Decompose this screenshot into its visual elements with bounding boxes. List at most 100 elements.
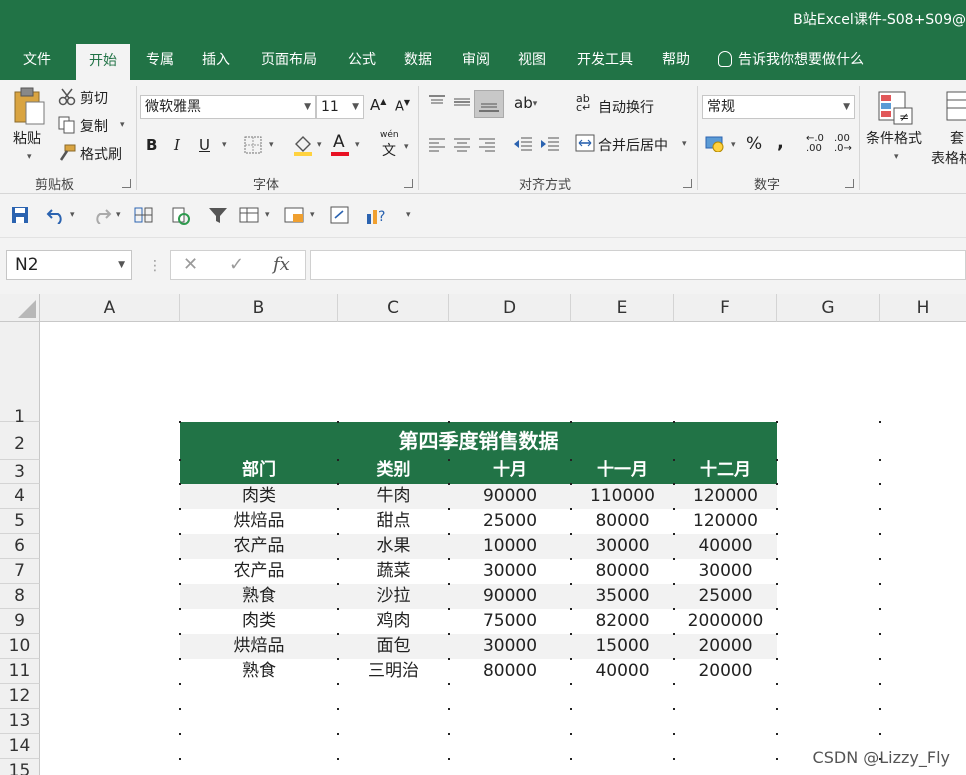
cell-e5[interactable]: 80000 xyxy=(571,509,674,534)
tab-file[interactable]: 文件 xyxy=(10,42,64,80)
form-dropdown-icon[interactable]: ▾ xyxy=(265,210,270,220)
cell-c9[interactable]: 鸡肉 xyxy=(338,609,449,634)
worksheet[interactable]: A B C D E F G H 1 2 3 4 5 6 7 8 9 10 11 … xyxy=(0,294,966,775)
row-header-11[interactable]: 11 xyxy=(0,659,40,684)
header-category[interactable]: 类别 xyxy=(338,458,449,482)
undo-icon[interactable] xyxy=(46,206,68,224)
align-right-icon[interactable] xyxy=(478,136,496,152)
number-format-select[interactable]: 常规 ▼ xyxy=(702,95,855,119)
row-header-1[interactable]: 1 xyxy=(0,322,40,427)
decrease-decimal-button[interactable]: .00.0→ xyxy=(834,134,852,154)
border-icon[interactable] xyxy=(244,136,262,154)
font-launcher-icon[interactable] xyxy=(404,179,413,188)
tab-developer[interactable]: 开发工具 xyxy=(566,42,644,80)
formula-input[interactable] xyxy=(310,250,966,280)
enter-icon[interactable]: ✓ xyxy=(229,254,244,275)
insert-function-icon[interactable]: fx xyxy=(273,254,290,275)
cell-b9[interactable]: 肉类 xyxy=(180,609,338,634)
copy-dropdown-icon[interactable]: ▾ xyxy=(120,120,125,130)
table-format-button[interactable]: 套 xyxy=(950,128,964,148)
increase-indent-icon[interactable] xyxy=(540,136,560,152)
cell-b8[interactable]: 熟食 xyxy=(180,584,338,609)
tab-insert[interactable]: 插入 xyxy=(192,42,240,80)
clipboard-launcher-icon[interactable] xyxy=(122,179,131,188)
select-all-button[interactable] xyxy=(0,294,40,322)
row-header-9[interactable]: 9 xyxy=(0,609,40,634)
cell-e7[interactable]: 80000 xyxy=(571,559,674,584)
header-december[interactable]: 十二月 xyxy=(674,458,777,482)
align-bottom-button[interactable] xyxy=(474,90,504,118)
cell-f9[interactable]: 2000000 xyxy=(674,609,777,634)
column-header-f[interactable]: F xyxy=(674,294,777,322)
cell-f11[interactable]: 20000 xyxy=(674,659,777,684)
decrease-indent-icon[interactable] xyxy=(513,136,533,152)
cell-e10[interactable]: 15000 xyxy=(571,634,674,659)
italic-button[interactable]: I xyxy=(174,136,180,154)
cell-f4[interactable]: 120000 xyxy=(674,484,777,509)
format-painter-button[interactable]: 格式刷 xyxy=(80,144,122,164)
phonetic-dropdown-icon[interactable]: ▾ xyxy=(404,142,409,152)
currency-dropdown-icon[interactable]: ▾ xyxy=(731,140,736,150)
row-header-10[interactable]: 10 xyxy=(0,634,40,659)
tab-data[interactable]: 数据 xyxy=(394,42,442,80)
cell-d5[interactable]: 25000 xyxy=(449,509,571,534)
row-header-3[interactable]: 3 xyxy=(0,460,40,484)
tab-exclusive[interactable]: 专属 xyxy=(136,42,184,80)
tab-formulas[interactable]: 公式 xyxy=(338,42,386,80)
font-size-select[interactable]: 11 ▼ xyxy=(316,95,364,119)
cut-button[interactable]: 剪切 xyxy=(80,88,108,108)
cell-e8[interactable]: 35000 xyxy=(571,584,674,609)
row-header-2[interactable]: 2 xyxy=(0,422,40,460)
row-header-13[interactable]: 13 xyxy=(0,709,40,734)
cell-c4[interactable]: 牛肉 xyxy=(338,484,449,509)
column-header-b[interactable]: B xyxy=(180,294,338,322)
merge-center-button[interactable]: 合并后居中 xyxy=(598,135,668,155)
cell-f6[interactable]: 40000 xyxy=(674,534,777,559)
sort-icon[interactable] xyxy=(134,206,154,224)
cell-f7[interactable]: 30000 xyxy=(674,559,777,584)
cell-d11[interactable]: 80000 xyxy=(449,659,571,684)
tab-review[interactable]: 审阅 xyxy=(452,42,500,80)
row-header-4[interactable]: 4 xyxy=(0,484,40,509)
cell-b4[interactable]: 肉类 xyxy=(180,484,338,509)
underline-dropdown-icon[interactable]: ▾ xyxy=(222,140,227,150)
fill-color-icon[interactable] xyxy=(292,134,314,156)
row-header-14[interactable]: 14 xyxy=(0,734,40,759)
splitter-dots-icon[interactable]: ⋮ xyxy=(148,258,162,274)
paste-button[interactable]: 粘贴 xyxy=(13,128,41,148)
cancel-icon[interactable]: ✕ xyxy=(183,254,198,275)
cell-b10[interactable]: 烘焙品 xyxy=(180,634,338,659)
row-header-15[interactable]: 15 xyxy=(0,759,40,775)
row-header-7[interactable]: 7 xyxy=(0,559,40,584)
row-header-5[interactable]: 5 xyxy=(0,509,40,534)
bold-button[interactable]: B xyxy=(146,136,157,154)
filter-icon[interactable] xyxy=(208,206,228,224)
row-header-6[interactable]: 6 xyxy=(0,534,40,559)
refresh-icon[interactable] xyxy=(171,206,191,226)
align-left-icon[interactable] xyxy=(428,136,446,152)
cell-c7[interactable]: 蔬菜 xyxy=(338,559,449,584)
cell-f5[interactable]: 120000 xyxy=(674,509,777,534)
table-title[interactable]: 第四季度销售数据 xyxy=(180,426,777,456)
column-header-c[interactable]: C xyxy=(338,294,449,322)
insert-table-dropdown-icon[interactable]: ▾ xyxy=(310,210,315,220)
pivot-icon[interactable] xyxy=(330,206,350,224)
increase-decimal-button[interactable]: ←.0.00 xyxy=(806,134,824,154)
border-dropdown-icon[interactable]: ▾ xyxy=(269,140,274,150)
cell-e6[interactable]: 30000 xyxy=(571,534,674,559)
alignment-launcher-icon[interactable] xyxy=(683,179,692,188)
header-november[interactable]: 十一月 xyxy=(571,458,674,482)
cell-c8[interactable]: 沙拉 xyxy=(338,584,449,609)
form-icon[interactable] xyxy=(239,206,261,224)
copy-button[interactable]: 复制 xyxy=(80,116,108,136)
cell-d10[interactable]: 30000 xyxy=(449,634,571,659)
conditional-format-dropdown-icon[interactable]: ▾ xyxy=(894,152,899,162)
column-header-d[interactable]: D xyxy=(449,294,571,322)
align-top-icon[interactable] xyxy=(428,94,446,110)
conditional-format-icon[interactable]: ≠ xyxy=(878,90,914,126)
cell-c6[interactable]: 水果 xyxy=(338,534,449,559)
decrease-font-icon[interactable]: A▼ xyxy=(395,98,410,114)
header-october[interactable]: 十月 xyxy=(449,458,571,482)
cell-c10[interactable]: 面包 xyxy=(338,634,449,659)
redo-dropdown-icon[interactable]: ▾ xyxy=(116,210,121,220)
